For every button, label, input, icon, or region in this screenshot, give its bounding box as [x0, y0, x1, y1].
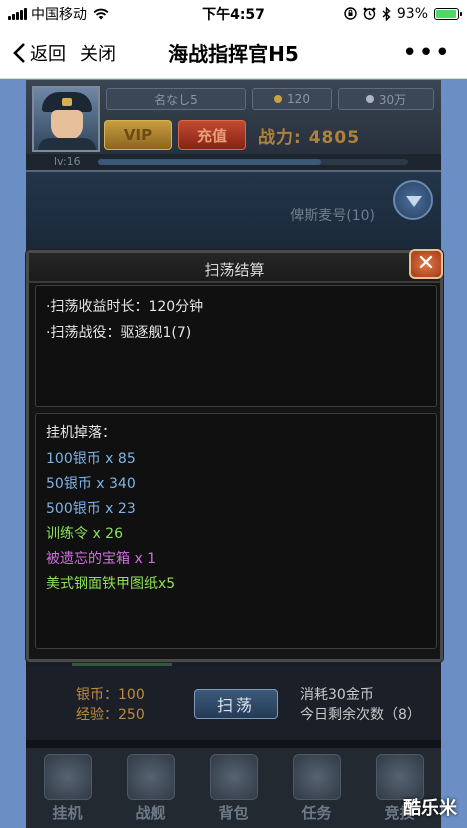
chevron-left-icon	[13, 42, 25, 63]
gold-value: 120	[287, 92, 310, 106]
player-avatar[interactable]	[32, 86, 100, 152]
player-name: 名なし5	[106, 88, 246, 110]
task-icon	[293, 754, 341, 800]
recharge-button[interactable]: 充值	[178, 120, 246, 150]
drop-item: 美式钢面铁甲图纸x5	[46, 576, 176, 592]
tab-label: 挂机	[52, 804, 83, 822]
silver-reward-label: 银币：	[76, 687, 118, 703]
tab-warship[interactable]: 战舰	[109, 748, 192, 828]
battery-percent: 93%	[396, 5, 428, 22]
ship-name: 俾斯麦号(10)	[290, 208, 375, 224]
combat-power: 战力: 4805	[258, 128, 361, 148]
close-button[interactable]: 关闭	[80, 40, 116, 66]
drops-box: 挂机掉落： 100银币 x 85 50银币 x 340 500银币 x 23 训…	[35, 413, 437, 649]
gold-coin-icon	[274, 95, 283, 103]
sweep-button[interactable]: 扫荡	[194, 689, 278, 719]
drop-item: 500银币 x 23	[46, 501, 136, 517]
tab-idle[interactable]: 挂机	[26, 748, 109, 828]
sea-scene	[26, 172, 441, 252]
back-button[interactable]: 返回	[0, 40, 66, 66]
wifi-icon	[93, 8, 109, 19]
more-button[interactable]: •••	[402, 40, 451, 66]
vip-button[interactable]: VIP	[104, 120, 172, 150]
backpack-icon	[210, 754, 258, 800]
exp-reward: 经验：250	[76, 704, 145, 724]
drops-title: 挂机掉落：	[46, 425, 116, 441]
back-label: 返回	[30, 43, 66, 65]
exp-reward-label: 经验：	[76, 707, 118, 723]
dialog-title: 扫荡结算	[204, 261, 265, 279]
page-title: 海战指挥官H5	[168, 42, 299, 66]
drop-item: 50银币 x 340	[46, 476, 136, 492]
warship-icon	[127, 754, 175, 800]
watermark: 酷乐米	[403, 798, 457, 819]
tab-backpack[interactable]: 背包	[192, 748, 275, 828]
bottom-tabbar: 挂机 战舰 背包 任务 竞技	[26, 748, 441, 828]
drop-item: 100银币 x 85	[46, 451, 136, 467]
player-level: lv:16	[54, 155, 81, 168]
carrier-name: 中国移动	[31, 6, 87, 23]
idle-icon	[44, 754, 92, 800]
close-icon[interactable]: ✕	[409, 249, 443, 279]
silver-counter: 30万	[338, 88, 434, 110]
rotation-lock-icon	[344, 7, 357, 20]
nav-bar: 返回 关闭 海战指挥官H5 •••	[0, 27, 467, 79]
silver-reward-value: 100	[118, 687, 145, 703]
level-progress	[98, 159, 408, 165]
sweep-info-box: ·扫荡收益时长：120分钟 ·扫荡战役：驱逐舰1(7)	[35, 285, 437, 407]
battery-icon	[434, 7, 462, 20]
gold-counter: 120	[252, 88, 332, 110]
drop-item: 训练令 x 26	[46, 526, 123, 542]
remaining-count: 今日剩余次数（8）	[300, 707, 421, 723]
status-bar: 中国移动 下午4:57 93%	[0, 0, 467, 27]
dialog-header: 扫荡结算	[29, 253, 440, 283]
sweep-campaign: ·扫荡战役：驱逐舰1(7)	[46, 325, 192, 341]
alarm-icon	[363, 7, 376, 20]
drop-item: 被遗忘的宝箱 x 1	[46, 551, 157, 567]
signal-icon	[8, 7, 27, 20]
silver-reward: 银币：100	[76, 684, 145, 704]
silver-coin-icon	[365, 95, 374, 103]
expand-button[interactable]	[393, 180, 433, 220]
sweep-result-dialog: 扫荡结算 ✕ ·扫荡收益时长：120分钟 ·扫荡战役：驱逐舰1(7) 挂机掉落：…	[26, 249, 443, 662]
sweep-duration: ·扫荡收益时长：120分钟	[46, 299, 204, 315]
silver-value: 30万	[378, 92, 407, 107]
exp-reward-value: 250	[118, 707, 145, 723]
tab-label: 背包	[218, 804, 249, 822]
tab-task[interactable]: 任务	[275, 748, 358, 828]
sweep-cost: 消耗30金币	[300, 687, 374, 703]
tab-label: 战舰	[135, 804, 166, 822]
bluetooth-icon	[382, 6, 391, 21]
tab-label: 任务	[301, 804, 332, 822]
